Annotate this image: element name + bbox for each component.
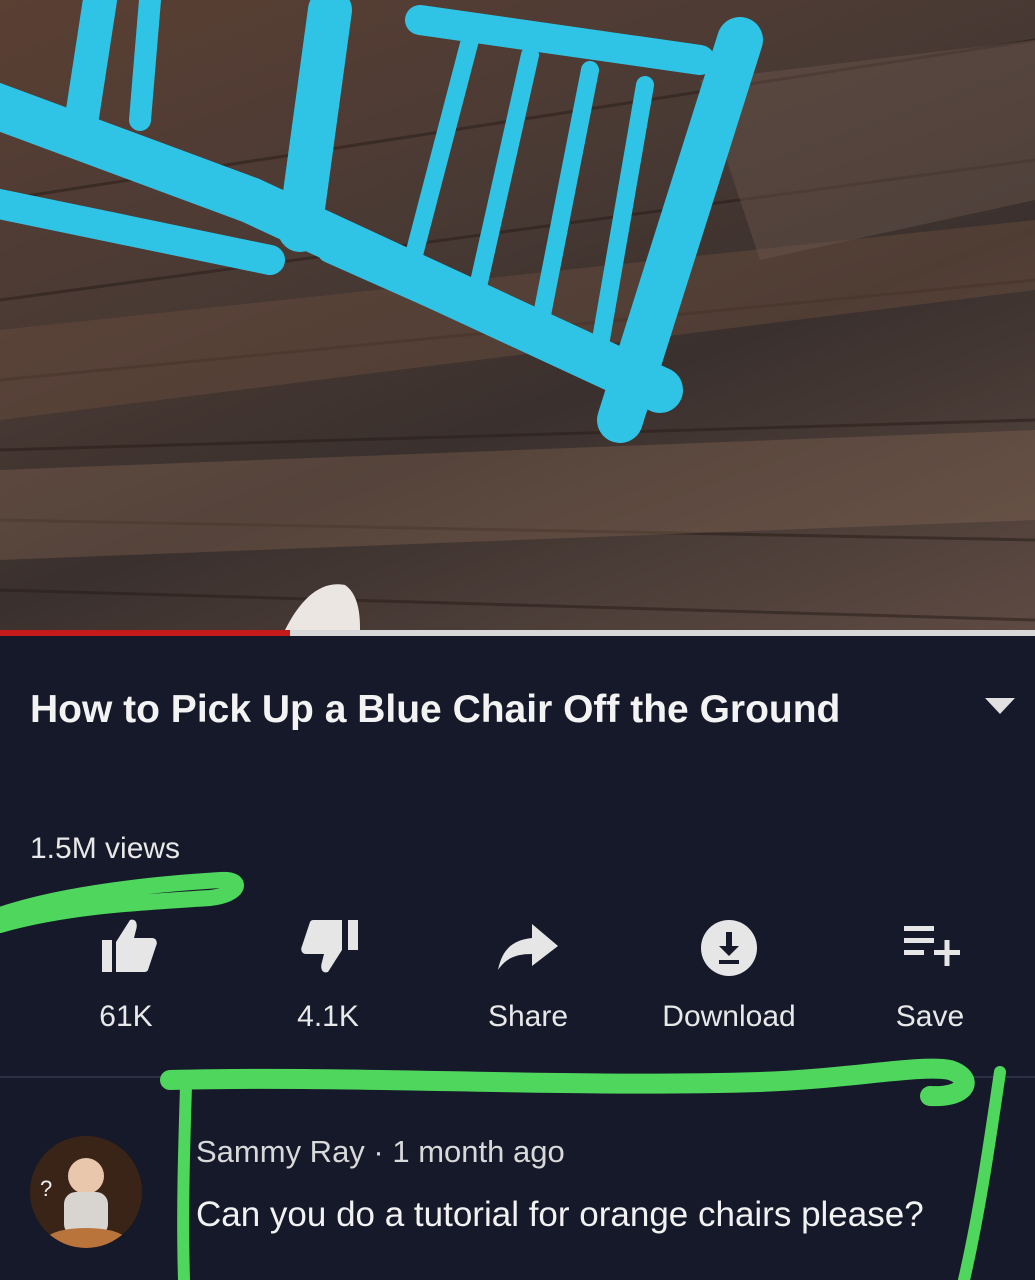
share-label: Share xyxy=(487,1000,569,1033)
dislike-button[interactable]: 4.1K xyxy=(258,916,398,1033)
comment-author-line: Sammy Ray · 1 month ago xyxy=(196,1134,565,1169)
thumbs-down-icon xyxy=(296,916,360,981)
video-title[interactable]: How to Pick Up a Blue Chair Off the Grou… xyxy=(30,680,890,740)
download-button[interactable]: Download xyxy=(659,916,799,1033)
save-label: Save xyxy=(895,1000,965,1033)
chevron-down-icon[interactable] xyxy=(985,698,1015,721)
share-button[interactable]: Share xyxy=(458,916,598,1033)
save-button[interactable]: Save xyxy=(860,916,1000,1033)
view-count: 1.5M views xyxy=(30,832,181,865)
thumbs-up-icon xyxy=(94,916,158,981)
download-icon xyxy=(697,916,761,985)
download-label: Download xyxy=(662,1000,796,1033)
video-player[interactable] xyxy=(0,0,1035,636)
section-divider xyxy=(0,1076,1035,1078)
share-arrow-icon xyxy=(496,916,560,981)
video-frame-image xyxy=(0,0,1035,630)
like-button[interactable]: 61K xyxy=(56,916,196,1033)
comment-text: Can you do a tutorial for orange chairs … xyxy=(196,1195,924,1234)
video-info-panel: How to Pick Up a Blue Chair Off the Grou… xyxy=(0,636,1035,1280)
like-count: 61K xyxy=(99,1000,153,1033)
top-comment[interactable]: ? Sammy Ray · 1 month ago Can you do a t… xyxy=(0,1134,1035,1280)
avatar[interactable]: ? xyxy=(30,1136,142,1248)
playlist-add-icon xyxy=(898,916,962,981)
svg-text:?: ? xyxy=(40,1176,52,1201)
dislike-count: 4.1K xyxy=(297,1000,359,1033)
